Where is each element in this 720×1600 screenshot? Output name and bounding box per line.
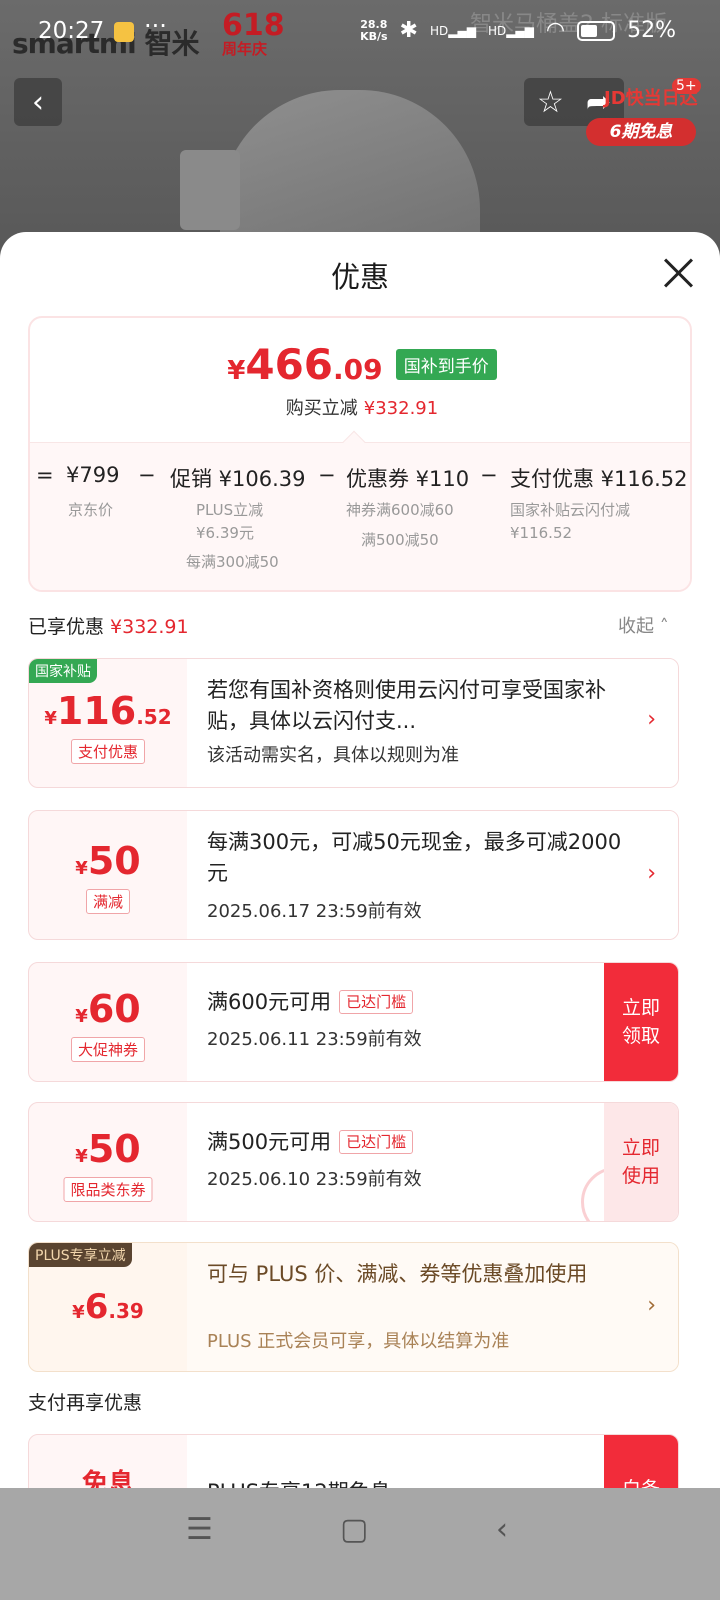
price-breakdown: = ¥799 − 促销 ¥106.39 − 优惠券 ¥110 − 支付优惠 ¥1…: [30, 430, 690, 590]
system-nav-bar: ☰ ▢ ‹: [0, 1488, 720, 1600]
coupon-condition: 满600元可用 已达门槛: [207, 987, 414, 1018]
coupon-card-big-promo: ¥60 大促神券 满600元可用 已达门槛 2025.06.11 23:59前有效…: [28, 962, 679, 1082]
subsidy-corner-tag: 国家补贴: [29, 659, 97, 683]
breakdown-sub: 神券满600减60 满500减50: [346, 501, 454, 549]
discount-card-subsidy[interactable]: ¥116.52 支付优惠 若您有国补资格则使用云闪付可享受国家补贴，具体以云闪付…: [28, 658, 679, 788]
discount-note: PLUS 正式会员可享，具体以结算为准: [207, 1331, 510, 1352]
discount-description: 若您有国补资格则使用云闪付可享受国家补贴，具体以云闪付支...: [207, 678, 606, 733]
discount-amount: ¥50: [75, 839, 141, 883]
breakdown-promo: 促销 ¥106.39: [170, 467, 306, 491]
bluetooth-icon: ✱: [399, 18, 418, 43]
message-count-badge: 5+: [672, 78, 701, 94]
coupon-validity: 2025.06.10 23:59前有效: [207, 1169, 422, 1190]
discount-card-plus[interactable]: ¥6.39 可与 PLUS 价、满减、券等优惠叠加使用 PLUS 正式会员可享，…: [28, 1242, 679, 1372]
chevron-right-icon: ›: [647, 861, 656, 886]
payment-description: PLUS专享12期免息: [207, 1477, 391, 1488]
breakdown-coupon: 优惠券 ¥110: [346, 467, 470, 491]
minus-sign: −: [138, 463, 156, 487]
clock: 20:27: [38, 18, 105, 44]
payment-discounts-label: 支付再享优惠: [28, 1392, 143, 1414]
price-summary: ¥466.09 国补到手价 购买立减 ¥332.91 = ¥799 − 促销 ¥1…: [28, 316, 692, 592]
star-icon[interactable]: ☆: [537, 85, 564, 120]
signal-icon-2: HD▂▄▆: [487, 23, 534, 38]
discount-note: 该活动需实名，具体以规则为准: [207, 745, 459, 766]
coupon-card-category: ¥50 限品类东券 满500元可用 已达门槛 2025.06.10 23:59前有…: [28, 1102, 679, 1222]
collapse-button[interactable]: 收起 ˄: [618, 612, 669, 638]
threshold-reached-tag: 已达门槛: [339, 1130, 414, 1154]
claim-coupon-button[interactable]: 立即领取: [604, 963, 678, 1081]
total-savings: 购买立减 ¥332.91: [285, 398, 439, 419]
status-bar: 20:27 ··· 28.8 KB/s ✱ HD▂▄▆ HD▂▄▆ ◠ 52%: [0, 0, 720, 66]
final-price: ¥466.09: [227, 340, 383, 389]
battery-percent: 52%: [627, 18, 676, 43]
discount-amount: ¥60: [75, 987, 141, 1031]
enjoyed-discounts-label: 已享优惠 ¥332.91: [28, 616, 189, 638]
network-speed: 28.8 KB/s: [360, 17, 388, 43]
more-notifications-icon: ···: [144, 12, 167, 40]
plus-corner-tag: PLUS专享立减: [29, 1243, 132, 1267]
discount-sheet: 优惠 ¥466.09 国补到手价 购买立减 ¥332.91 = ¥799 − 促销…: [0, 232, 720, 1488]
discount-description: 可与 PLUS 价、满减、券等优惠叠加使用: [207, 1262, 588, 1286]
equals-sign: =: [36, 463, 54, 487]
notification-icon: [114, 22, 134, 42]
breakdown-sub: PLUS立减 ¥6.39元 每满300减50: [186, 501, 279, 571]
chevron-right-icon: ›: [647, 707, 656, 732]
interest-free-label: 免息: [81, 1469, 134, 1488]
product-image-panel: [180, 150, 240, 230]
discount-type-tag: 满减: [85, 889, 131, 914]
minus-sign: −: [480, 463, 498, 487]
discount-validity: 2025.06.17 23:59前有效: [207, 901, 422, 922]
back-nav-icon[interactable]: ‹: [496, 1512, 508, 1547]
chevron-up-icon: ˄: [659, 616, 669, 637]
coupon-condition: 满500元可用 已达门槛: [207, 1127, 414, 1158]
minus-sign: −: [318, 463, 336, 487]
coupon-validity: 2025.06.11 23:59前有效: [207, 1029, 422, 1050]
baitiao-button[interactable]: 白条: [604, 1435, 678, 1488]
discount-type-tag: 支付优惠: [70, 739, 146, 764]
discount-description: 每满300元，可减50元现金，最多可减2000元: [207, 830, 622, 885]
installment-badge: 6期免息: [586, 118, 696, 146]
wifi-icon: ◠: [545, 18, 566, 43]
home-icon[interactable]: ▢: [340, 1512, 368, 1547]
back-button[interactable]: ‹: [14, 78, 62, 126]
threshold-reached-tag: 已达门槛: [339, 990, 414, 1014]
payment-card-interest-free[interactable]: 免息 PLUS专享12期免息 白条: [28, 1434, 679, 1488]
battery-icon: [577, 20, 616, 41]
discount-type-tag: 大促神券: [70, 1037, 146, 1062]
discount-amount: ¥6.39: [72, 1287, 144, 1327]
breakdown-jd-price: ¥799: [66, 463, 120, 487]
menu-icon[interactable]: ☰: [186, 1512, 213, 1547]
discount-amount: ¥50: [75, 1127, 141, 1171]
close-icon[interactable]: [660, 254, 696, 290]
signal-icon-1: HD▂▄▆: [429, 23, 476, 38]
breakdown-payment: 支付优惠 ¥116.52: [510, 467, 688, 491]
chevron-left-icon: ‹: [32, 84, 44, 120]
discount-amount: ¥116.52: [44, 689, 172, 733]
price-tag: 国补到手价: [395, 349, 497, 380]
sheet-title: 优惠: [330, 260, 389, 294]
discount-card-fullreduction[interactable]: ¥50 满减 每满300元，可减50元现金，最多可减2000元 2025.06.…: [28, 810, 679, 940]
chevron-right-icon: ›: [647, 1293, 656, 1318]
breakdown-sub: 国家补贴云闪付减 ¥116.52: [510, 501, 631, 542]
use-coupon-button[interactable]: 立即使用: [604, 1103, 678, 1221]
breakdown-label: 京东价: [68, 501, 114, 519]
discount-type-tag: 限品类东券: [63, 1177, 153, 1202]
